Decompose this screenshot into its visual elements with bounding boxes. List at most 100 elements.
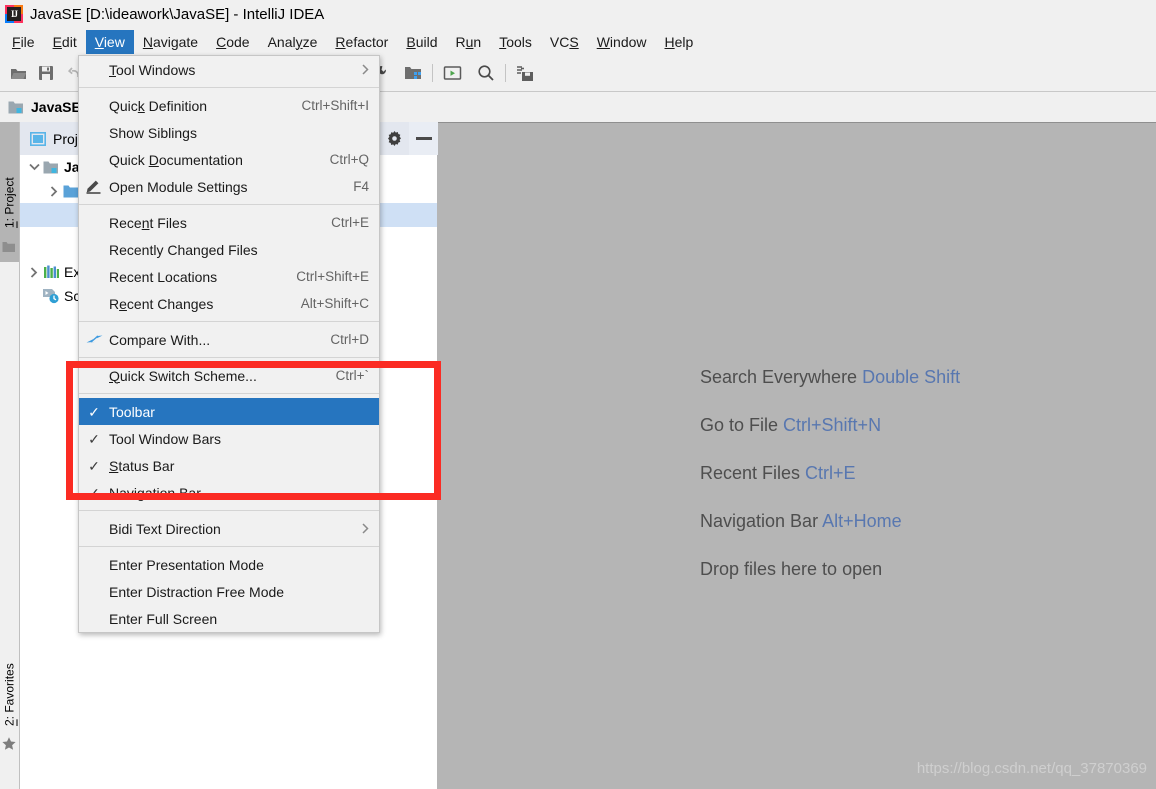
title-bar: IJ JavaSE [D:\ideawork\JavaSE] - Intelli… [0,0,1156,28]
menu-gutter [79,56,109,83]
menu-item-shortcut: Alt+Shift+C [300,296,369,311]
menu-item-compare-with[interactable]: Compare With... Ctrl+D [79,326,379,353]
chevron-down-icon[interactable] [26,155,42,179]
menu-item-recent-locations[interactable]: Recent Locations Ctrl+Shift+E [79,263,379,290]
navbar-project-name[interactable]: JavaSE [31,99,81,115]
chevron-right-icon [362,523,369,534]
menu-item-navigation-bar[interactable]: ✓ Navigation Bar [79,479,379,506]
project-stripe-icon [0,232,19,262]
menu-item-label: Recent Files [109,214,187,231]
window-title: JavaSE [D:\ideawork\JavaSE] - IntelliJ I… [30,5,325,23]
menu-item-tool-windows[interactable]: Tool Windows [79,56,379,83]
menu-separator [79,204,379,205]
sidebar-item-favorites[interactable]: 2: Favorites [0,610,19,730]
menubar-item-vcs[interactable]: VCS [541,30,588,54]
menu-item-label: Toolbar [109,403,155,420]
run-anything-icon[interactable] [438,59,466,87]
menu-item-quick-definition[interactable]: Quick Definition Ctrl+Shift+I [79,92,379,119]
menu-item-enter-full-screen[interactable]: Enter Full Screen [79,605,379,632]
menu-item-recently-changed-files[interactable]: Recently Changed Files [79,236,379,263]
menu-item-open-module-settings[interactable]: Open Module Settings F4 [79,173,379,200]
save-database-icon[interactable] [511,59,539,87]
gear-icon[interactable] [380,122,409,155]
menubar-item-run[interactable]: Run [447,30,491,54]
checkmark-icon: ✓ [88,403,100,420]
menu-gutter [79,92,109,119]
editor-tip-row: Drop files here to open [700,545,960,593]
module-settings-pencil-icon [79,173,109,200]
menu-gutter [79,263,109,290]
menubar-item-code[interactable]: Code [207,30,258,54]
menu-item-label: Enter Full Screen [109,610,218,627]
menu-item-tool-window-bars[interactable]: ✓ Tool Window Bars [79,425,379,452]
menu-item-label: Tool Window Bars [109,430,222,447]
project-structure-icon[interactable] [399,59,427,87]
tip-text: Go to File [700,415,784,435]
stripe-label-project: 1: Project [2,177,17,228]
menu-item-quick-documentation[interactable]: Quick Documentation Ctrl+Q [79,146,379,173]
checkmark-icon: ✓ [88,457,100,474]
checkmark-icon: ✓ [88,484,100,501]
menu-item-status-bar[interactable]: ✓ Status Bar [79,452,379,479]
menubar-item-file[interactable]: File [3,30,44,54]
tip-shortcut: Double Shift [862,367,961,387]
editor-tip-row: Navigation Bar Alt+Home [700,497,960,545]
editor-tips-list: Search Everywhere Double Shift Go to File… [700,353,960,593]
menu-bar: File Edit View Navigate Code Analyze Refactor B… [0,28,1156,55]
menu-item-recent-changes[interactable]: Recent Changes Alt+Shift+C [79,290,379,317]
chevron-right-icon[interactable] [46,179,62,203]
menu-item-recent-files[interactable]: Recent Files Ctrl+E [79,209,379,236]
toolbar-separator [505,64,506,82]
checkmark-icon: ✓ [88,430,100,447]
menubar-item-window[interactable]: Window [588,30,656,54]
menu-gutter [79,146,109,173]
menubar-item-navigate[interactable]: Navigate [134,30,207,54]
menu-gutter [79,119,109,146]
menubar-item-view[interactable]: View [85,29,134,54]
menu-item-enter-presentation-mode[interactable]: Enter Presentation Mode [79,551,379,578]
menu-separator [79,510,379,511]
menu-gutter [79,362,109,389]
menu-item-label: Compare With... [109,331,211,348]
menu-item-quick-switch-scheme[interactable]: Quick Switch Scheme... Ctrl+` [79,362,379,389]
menu-item-label: Quick Documentation [109,151,243,168]
menu-item-toolbar[interactable]: ✓ Toolbar [79,398,379,425]
menubar-item-help[interactable]: Help [656,30,703,54]
menu-separator [79,393,379,394]
chevron-right-icon[interactable] [26,260,42,284]
menubar-item-tools[interactable]: Tools [490,30,541,54]
menu-gutter [79,515,109,542]
save-all-icon[interactable] [32,59,60,87]
tip-text: Navigation Bar [700,511,823,531]
menu-separator [79,87,379,88]
menu-item-label: Navigation Bar [109,484,201,501]
module-folder-icon [42,155,60,179]
menu-item-label: Tool Windows [109,61,196,78]
menubar-item-edit[interactable]: Edit [44,30,86,54]
menu-gutter [79,578,109,605]
sidebar-item-project[interactable]: 1: Project [0,122,19,232]
menu-item-shortcut: Ctrl+Q [329,152,369,167]
menu-item-shortcut: Ctrl+Shift+E [296,269,369,284]
menu-item-bidi-text-direction[interactable]: Bidi Text Direction [79,515,379,542]
menu-item-label: Enter Distraction Free Mode [109,583,285,600]
menubar-item-refactor[interactable]: Refactor [326,30,397,54]
menu-gutter [79,290,109,317]
menu-item-shortcut: Ctrl+Shift+I [301,98,369,113]
open-folder-icon[interactable] [4,59,32,87]
view-dropdown-menu[interactable]: Tool Windows Quick Definition Ctrl+Shift+I… [78,55,380,633]
menu-item-shortcut: F4 [353,179,369,194]
logo-letters: IJ [7,7,21,21]
search-icon[interactable] [472,59,500,87]
menu-item-enter-distraction-free-mode[interactable]: Enter Distraction Free Mode [79,578,379,605]
menubar-item-build[interactable]: Build [397,30,446,54]
menubar-item-analyze[interactable]: Analyze [259,30,327,54]
menu-item-show-siblings[interactable]: Show Siblings [79,119,379,146]
compare-arrows-icon [79,326,109,353]
editor-tip-row: Recent Files Ctrl+E [700,449,960,497]
chevron-right-icon [362,64,369,75]
intellij-idea-window: IJ JavaSE [D:\ideawork\JavaSE] - Intelli… [0,0,1156,789]
minimize-icon[interactable] [409,122,438,155]
tip-shortcut: Ctrl+E [805,463,856,483]
tip-text: Recent Files [700,463,806,483]
